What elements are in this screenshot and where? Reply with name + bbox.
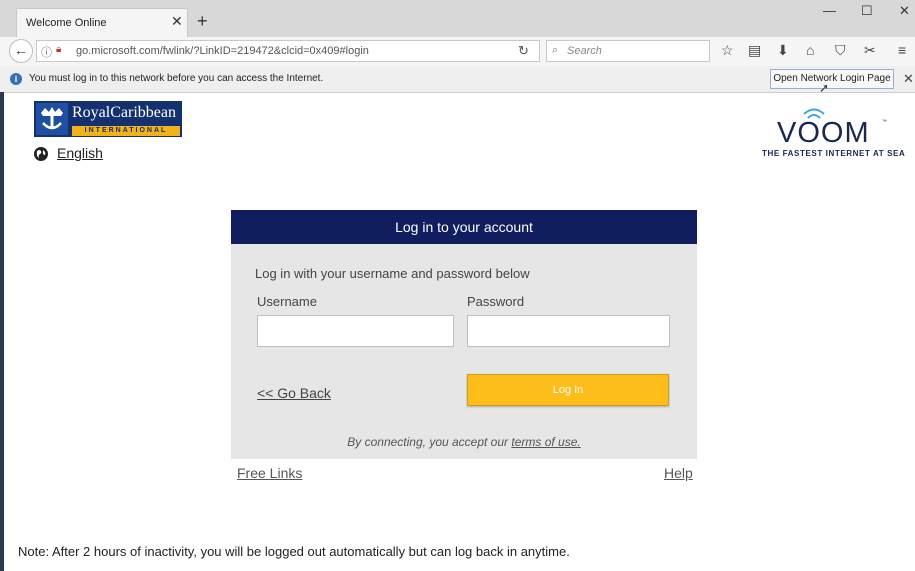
- voom-logo: VOOM ™: [770, 104, 890, 149]
- inactivity-note: Note: After 2 hours of inactivity, you w…: [18, 544, 570, 559]
- royal-caribbean-logo: RoyalCaribbean INTERNATIONAL: [34, 101, 182, 137]
- help-link[interactable]: Help: [664, 465, 693, 481]
- captive-portal-notification: i You must log in to this network before…: [0, 66, 915, 95]
- tab-title: Welcome Online: [26, 17, 107, 29]
- pocket-icon[interactable]: ⛉: [835, 42, 846, 58]
- login-card-title: Log in to your account: [231, 210, 697, 244]
- search-bar[interactable]: ⌕ Search: [546, 40, 710, 62]
- bookmark-star-icon[interactable]: ☆: [721, 42, 734, 58]
- close-notification-icon[interactable]: ✕: [903, 72, 914, 85]
- go-back-link[interactable]: << Go Back: [257, 385, 331, 401]
- new-tab-icon[interactable]: +: [197, 12, 208, 30]
- downloads-icon[interactable]: ⬇: [777, 42, 789, 58]
- voom-wordmark: VOOM: [777, 117, 870, 148]
- nav-bar: ← ⓘ 🔒︎ go.microsoft.com/fwlink/?LinkID=2…: [0, 37, 915, 67]
- username-input[interactable]: [257, 315, 454, 347]
- close-tab-icon[interactable]: ✕: [171, 14, 183, 28]
- voom-tagline: THE FASTEST INTERNET AT SEA: [762, 149, 906, 158]
- url-text[interactable]: go.microsoft.com/fwlink/?LinkID=219472&c…: [76, 45, 369, 57]
- terms-notice: By connecting, you accept our terms of u…: [231, 435, 697, 449]
- url-bar[interactable]: ⓘ 🔒︎ go.microsoft.com/fwlink/?LinkID=219…: [36, 40, 540, 62]
- info-icon[interactable]: ⓘ: [41, 44, 52, 60]
- brand-subtitle: INTERNATIONAL: [72, 126, 180, 136]
- menu-icon[interactable]: ≡: [898, 42, 906, 58]
- brand-name: RoyalCaribbean: [72, 104, 176, 121]
- info-icon: i: [10, 73, 22, 85]
- search-placeholder: Search: [567, 45, 602, 57]
- terms-prefix: By connecting, you accept our: [347, 435, 509, 449]
- back-button[interactable]: ←: [9, 39, 33, 63]
- insecure-lock-icon[interactable]: 🔒︎: [56, 44, 61, 55]
- svg-text:™: ™: [882, 119, 887, 125]
- window-edge: [0, 92, 4, 571]
- login-button[interactable]: Log In: [467, 374, 669, 406]
- tab-bar: Welcome Online ✕ + — ☐ ✕: [0, 0, 915, 37]
- minimize-icon[interactable]: —: [823, 4, 836, 17]
- mouse-cursor-icon: ➚: [819, 81, 830, 95]
- open-login-page-button[interactable]: Open Network Login Page: [770, 69, 894, 89]
- login-instructions: Log in with your username and password b…: [255, 266, 530, 281]
- notification-message: You must log in to this network before y…: [29, 73, 324, 84]
- reading-list-icon[interactable]: ▤: [748, 42, 761, 58]
- search-icon: ⌕: [552, 44, 559, 56]
- extension-icon[interactable]: ✂: [864, 42, 876, 58]
- password-label: Password: [467, 294, 525, 309]
- maximize-icon[interactable]: ☐: [861, 4, 873, 17]
- free-links-link[interactable]: Free Links: [237, 465, 302, 481]
- home-icon[interactable]: ⌂: [806, 42, 814, 58]
- close-window-icon[interactable]: ✕: [899, 4, 910, 17]
- username-label: Username: [257, 294, 317, 309]
- password-input[interactable]: [467, 315, 670, 347]
- reload-icon[interactable]: ↻: [518, 43, 529, 59]
- crown-anchor-icon: [36, 103, 68, 135]
- language-selector[interactable]: English: [57, 145, 103, 161]
- browser-tab[interactable]: Welcome Online ✕: [16, 8, 188, 37]
- globe-icon[interactable]: [34, 147, 48, 161]
- terms-of-use-link[interactable]: terms of use.: [511, 435, 580, 449]
